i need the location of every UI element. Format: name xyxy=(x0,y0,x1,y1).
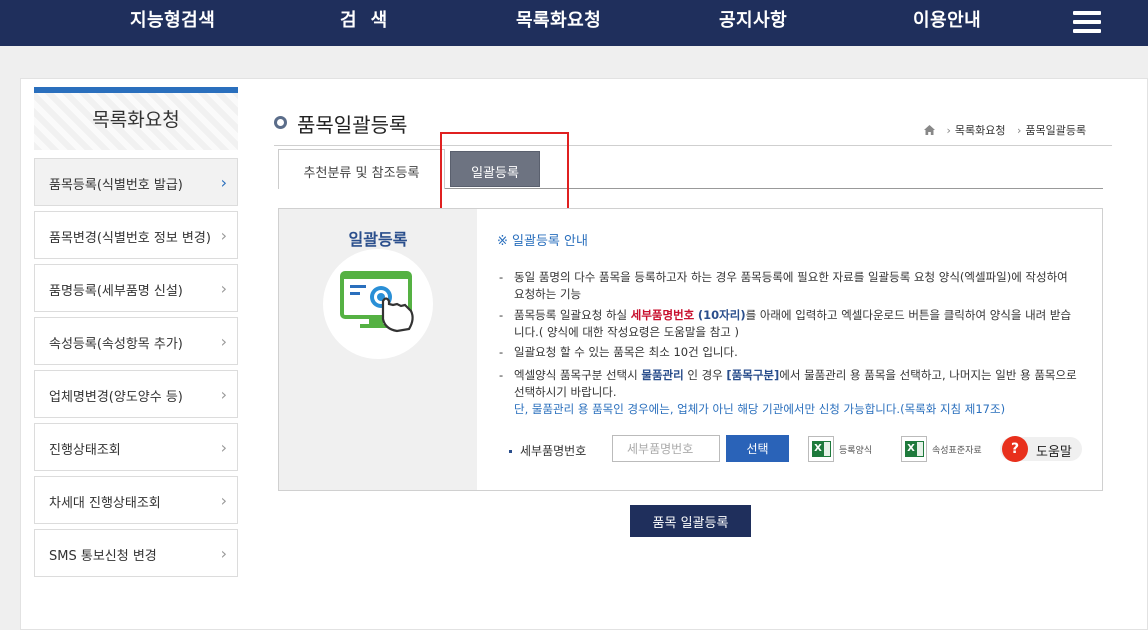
sidebar-item-progress-status[interactable]: 진행상태조회 › xyxy=(34,423,238,471)
chevron-right-icon: › xyxy=(220,491,227,510)
bulk-register-info-panel: 일괄등록 ※ 일괄등록 안내 - 동일 품명의 다수 품목을 등록하고자 하는 … xyxy=(278,208,1103,491)
sidebar-item-company-name-change[interactable]: 업체명변경(양도양수 등) › xyxy=(34,370,238,418)
excel-icon: X xyxy=(808,436,834,462)
nav-guide[interactable]: 이용안내 xyxy=(913,6,981,32)
sidebar-item-name-register[interactable]: 품명등록(세부품명 신설) › xyxy=(34,264,238,312)
highlight-text: [품목구분] xyxy=(726,368,780,382)
hamburger-icon[interactable] xyxy=(1073,11,1101,33)
nav-smart-search[interactable]: 지능형검색 xyxy=(130,6,215,32)
title-bullet-icon xyxy=(274,116,287,129)
guide-bullet-text: 인 경우 xyxy=(683,368,727,382)
question-icon: ? xyxy=(1002,436,1028,462)
bullet-dash: - xyxy=(499,368,504,382)
bulk-register-submit-button[interactable]: 품목 일괄등록 xyxy=(630,505,751,537)
breadcrumb-separator-icon: › xyxy=(946,124,951,137)
guide-bullet-text: 엑셀양식 품목구분 선택시 xyxy=(514,368,642,382)
detail-item-number-label: 세부품명번호 xyxy=(509,442,586,459)
sidebar-item-item-register[interactable]: 품목등록(식별번호 발급) › xyxy=(34,158,238,206)
chevron-right-icon: › xyxy=(220,544,227,563)
sidebar-item-label: 품목변경(식별번호 정보 변경) xyxy=(49,231,211,246)
guide-bullet-text: 일괄요청 할 수 있는 품목은 최소 10건 입니다. xyxy=(514,345,738,359)
detail-item-number-input[interactable] xyxy=(612,435,720,462)
tab-recommended-classification[interactable]: 추천분류 및 참조등록 xyxy=(278,149,445,189)
guide-bullet-text: 동일 품명의 다수 품목을 등록하고자 하는 경우 품목등록에 필요한 자료를 … xyxy=(514,270,1068,301)
notice-heading: ※ 일괄등록 안내 xyxy=(497,234,588,249)
breadcrumb-separator-icon: › xyxy=(1017,124,1022,137)
sidebar-item-label: 품명등록(세부품명 신설) xyxy=(49,284,183,299)
sidebar-item-label: 진행상태조회 xyxy=(49,443,121,458)
sidebar-item-item-change[interactable]: 품목변경(식별번호 정보 변경) › xyxy=(34,211,238,259)
bullet-dot-icon xyxy=(509,450,512,453)
excel-icon: X xyxy=(901,436,927,462)
nav-search[interactable]: 검 색 xyxy=(340,6,388,32)
nav-notice[interactable]: 공지사항 xyxy=(719,6,787,32)
info-illustration-panel: 일괄등록 xyxy=(279,209,477,490)
sidebar-item-label: 속성등록(속성항목 추가) xyxy=(49,337,183,352)
highlight-text: (10자리) xyxy=(697,308,746,322)
info-panel-title: 일괄등록 xyxy=(348,230,408,249)
sidebar-item-label: 품목등록(식별번호 발급) xyxy=(49,178,183,193)
bullet-dash: - xyxy=(499,308,504,322)
page-container: 목록화요청 품목등록(식별번호 발급) › 품목변경(식별번호 정보 변경) ›… xyxy=(20,78,1148,630)
sidebar-item-label: 업체명변경(양도양수 등) xyxy=(49,390,183,405)
divider xyxy=(274,145,1112,146)
sidebar-item-nextgen-progress-status[interactable]: 차세대 진행상태조회 › xyxy=(34,476,238,524)
chevron-right-icon: › xyxy=(220,438,227,457)
highlight-text: 물품관리 xyxy=(641,368,684,382)
highlight-text: 세부품명번호 xyxy=(630,308,695,322)
chevron-right-icon: › xyxy=(220,332,227,351)
breadcrumb: › 목록화요청 › 품목일괄등록 xyxy=(924,122,1086,138)
sidebar-title: 목록화요청 xyxy=(34,87,238,150)
select-button[interactable]: 선택 xyxy=(726,435,789,462)
chevron-right-icon: › xyxy=(220,279,227,298)
guide-note-text: 단, 물품관리 용 품목인 경우에는, 업체가 아닌 해당 기관에서만 신청 가… xyxy=(514,402,1006,416)
top-navigation: 지능형검색 검 색 목록화요청 공지사항 이용안내 xyxy=(0,0,1148,46)
bullet-dash: - xyxy=(499,345,504,359)
breadcrumb-item[interactable]: 품목일괄등록 xyxy=(1025,124,1086,137)
chevron-right-icon: › xyxy=(220,226,227,245)
breadcrumb-item[interactable]: 목록화요청 xyxy=(955,124,1006,137)
sidebar-item-label: SMS 통보신청 변경 xyxy=(49,549,157,564)
home-icon[interactable] xyxy=(924,125,935,135)
sidebar-item-attribute-register[interactable]: 속성등록(속성항목 추가) › xyxy=(34,317,238,365)
help-button[interactable]: ? 도움말 xyxy=(1000,436,1082,462)
tab-bulk-register[interactable]: 일괄등록 xyxy=(450,151,540,187)
sidebar-item-label: 차세대 진행상태조회 xyxy=(49,496,161,511)
bullet-dash: - xyxy=(499,270,504,284)
chevron-right-icon: › xyxy=(220,173,227,192)
touch-monitor-icon xyxy=(323,249,433,359)
guide-bullet-text: 품목등록 일괄요청 하실 xyxy=(514,308,631,322)
sidebar-item-sms-notification[interactable]: SMS 통보신청 변경 › xyxy=(34,529,238,577)
chevron-right-icon: › xyxy=(220,385,227,404)
nav-catalog-request[interactable]: 목록화요청 xyxy=(516,6,601,32)
